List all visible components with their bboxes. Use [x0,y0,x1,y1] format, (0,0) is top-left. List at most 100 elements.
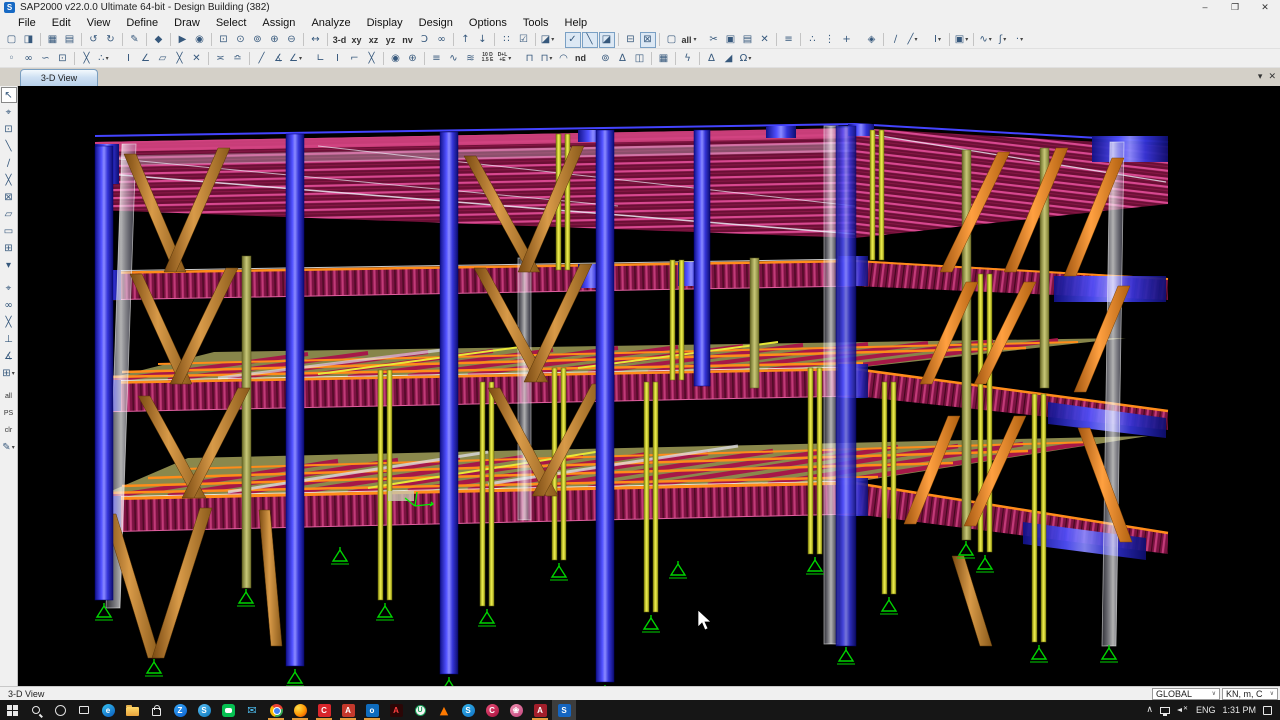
view-yz-button[interactable]: yz [383,32,399,48]
sap2000-app[interactable]: S [552,700,576,720]
intersecting-line-select-button[interactable]: ✎ ▾ [1,439,17,455]
draw-special-joint-button[interactable]: ⊡ [1,121,17,137]
plot-functions-button[interactable]: ∆ [704,50,720,66]
assign-joint-loads-button[interactable]: ╳ [364,50,380,66]
menu-edit[interactable]: Edit [44,15,79,31]
close-button[interactable]: ✕ [1250,0,1280,15]
menu-define[interactable]: Define [118,15,166,31]
assign-hinges-button[interactable]: ʃ ▾ [995,32,1011,48]
undo-button[interactable]: ↺ [86,32,102,48]
menu-assign[interactable]: Assign [254,15,303,31]
firefox-browser[interactable] [288,700,312,720]
autocad[interactable]: A [336,700,360,720]
divide-frames-2-button[interactable]: ╳ [172,50,188,66]
join-frames-button[interactable]: ≏ [230,50,246,66]
more-assign-button[interactable]: · ▾ [1012,32,1028,48]
draw-braces-button[interactable]: ╳ [79,50,95,66]
acrobat-reader[interactable]: A [384,700,408,720]
paste-button[interactable]: ▤ [740,32,756,48]
clock[interactable]: 1:31 PM [1222,705,1256,715]
extrude-button[interactable]: ⋮ [822,32,838,48]
tray-chevron-icon[interactable]: ∧ [1146,705,1153,715]
assign-area-sections-2-button[interactable]: ⌐ [347,50,363,66]
delete-button[interactable]: ✕ [757,32,773,48]
snap-to-joints-button[interactable]: ⌖ [1,280,17,296]
view-3d-button[interactable]: 3-d [332,32,348,48]
red-c-app[interactable]: C [312,700,336,720]
draw-joint-link-button[interactable]: ∞ [21,50,37,66]
divide-frames-button[interactable]: ∕ [888,32,904,48]
assign-link-properties-button[interactable]: ∿ ▾ [978,32,994,48]
cut-button[interactable]: ✂ [706,32,722,48]
quick-draw-braces-button[interactable]: ╳ [1,172,17,188]
show-undeformed-shape-button[interactable]: ⊚ [598,50,614,66]
load-combo-10d-15e-button[interactable]: 10 D 1.5 E [480,50,496,66]
outlook[interactable]: o [360,700,384,720]
lock-model-button[interactable]: ◆ [151,32,167,48]
pointer-select-button[interactable]: ↖ [0,87,17,103]
tab-close-icon[interactable]: ✕ [1268,70,1276,82]
select-line-mode-button[interactable]: ╲ [581,31,598,48]
select-all-button[interactable]: all ▾ [681,32,697,48]
define-time-history-button[interactable]: ≋ [463,50,479,66]
menu-tools[interactable]: Tools [515,15,557,31]
menu-draw[interactable]: Draw [166,15,208,31]
edge-browser[interactable]: e [96,700,120,720]
restore-button[interactable]: ❐ [1220,0,1250,15]
restore-full-view-button[interactable]: ⊙ [233,32,249,48]
assign-joint-restraints-button[interactable]: ∟ [313,50,329,66]
view-xy-button[interactable]: xy [349,32,365,48]
mirror-objects-button[interactable]: ╱ [254,50,270,66]
define-functions-button[interactable]: ∿ [446,50,462,66]
snap-to-frames-button[interactable]: ∞ [1,297,17,313]
new-model-button[interactable]: ▢ [4,32,20,48]
select-point-mode-button[interactable]: ✓ [564,31,581,48]
open-file-button[interactable]: ◨ [21,32,37,48]
reshape-object-button[interactable]: ⌖ [1,104,17,120]
network-icon[interactable] [1159,706,1170,716]
draw-section-cut-button[interactable]: I [121,50,137,66]
snap-to-angles-button[interactable]: ∡ [1,348,17,364]
assign-frame-sections-button[interactable]: I ▾ [930,32,946,48]
clear-selection-button-button[interactable]: clr [1,422,17,438]
save-model-button[interactable]: ▦ [45,32,61,48]
draw-developed-elevation-button[interactable]: ∠ [138,50,154,66]
vlc-player[interactable]: ▲ [432,700,456,720]
mail-app[interactable]: ✉ [240,700,264,720]
show-tables-button[interactable]: ▦ [656,50,672,66]
edit-frames-button[interactable]: ╱ ▾ [905,32,921,48]
menu-view[interactable]: View [79,15,119,31]
tab-menu-icon[interactable]: ▾ [1258,70,1263,82]
merge-duplicates-button[interactable]: ◈ [864,32,880,48]
draw-secondary-beams-button[interactable]: ∴ ▾ [96,50,112,66]
interactive-database-editing-button[interactable]: ≡ [781,32,797,48]
zoom-out-one-step-button[interactable]: ⊖ [284,32,300,48]
file-explorer[interactable] [120,700,144,720]
task-view-button[interactable] [72,700,96,720]
language-indicator[interactable]: ENG [1196,705,1216,715]
run-analysis-quick-button[interactable]: ϟ [680,50,696,66]
menu-file[interactable]: File [10,15,44,31]
nd-spectra-button[interactable]: nd [573,50,589,66]
assign-joint-patterns-button[interactable]: ◉ [388,50,404,66]
replicate-button[interactable]: ∴ [805,32,821,48]
u-green-app[interactable]: U [408,700,432,720]
clear-selection-button[interactable]: ▢ [664,32,680,48]
show-member-force-diagram-button[interactable]: ◫ [632,50,648,66]
assign-to-all-button[interactable]: ⊕ [405,50,421,66]
restore-previous-zoom-button[interactable]: ⊚ [250,32,266,48]
extend-frames-button[interactable]: ≍ [213,50,229,66]
draw-more-tools-button[interactable]: ▾ [1,257,17,273]
refresh-window-button[interactable]: ✎ [127,32,143,48]
pan-button[interactable]: ↔ [308,32,324,48]
view-nv-button[interactable]: nv [400,32,416,48]
start-button[interactable] [0,700,24,720]
menu-display[interactable]: Display [359,15,411,31]
define-load-patterns-button[interactable]: ≡ [429,50,445,66]
frame-output-stations-button[interactable]: ⊓ [522,50,538,66]
design-options-button[interactable]: Ω ▾ [738,50,754,66]
menu-help[interactable]: Help [557,15,596,31]
quick-draw-frame-button[interactable]: ∕ [1,155,17,171]
perspective-toggle-button[interactable]: ∞ [434,32,450,48]
select-window-button[interactable]: ⊠ [639,31,656,48]
